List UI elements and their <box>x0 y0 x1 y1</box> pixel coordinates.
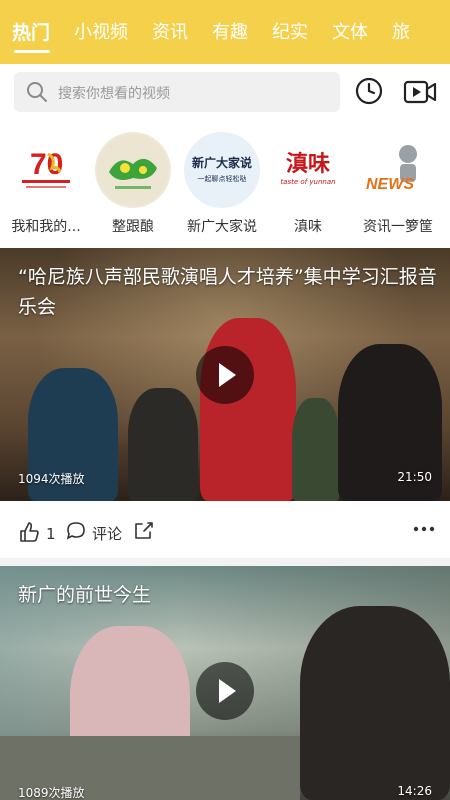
channel-tab-bar: 热门 小视频 资讯 有趣 纪实 文体 旅 <box>0 0 450 64</box>
tab-sports-culture[interactable]: 文体 <box>332 18 368 45</box>
channel-label: 我和我的... <box>11 219 81 235</box>
search-icon <box>26 81 48 107</box>
zhenggenniang-logo <box>95 132 171 208</box>
history-clock-icon[interactable] <box>354 76 384 106</box>
video-card[interactable]: 新广的前世今生 1089次播放 14:26 <box>0 566 450 800</box>
channel-shortcuts: 70 我和我的... 整跟酿 新广大家说 一起聊点轻松哒 新广大家说 滇味 ta… <box>0 120 450 246</box>
news-basket-logo: NEWS <box>360 132 436 208</box>
video-title: “哈尼族八声部民歌演唱人才培养”集中学习汇报音乐会 <box>18 266 437 318</box>
channel-item-dianwei[interactable]: 滇味 taste of yunnan 滇味 <box>266 132 350 236</box>
performer-figure <box>200 318 296 501</box>
video-title: 新广的前世今生 <box>18 584 152 606</box>
tab-short-video[interactable]: 小视频 <box>74 18 128 45</box>
channel-label: 新广大家说 <box>187 219 257 235</box>
logo-subtitle: taste of yunnan <box>280 178 336 186</box>
search-placeholder: 搜索你想看的视频 <box>58 86 170 102</box>
xinguang-dajiashuo-logo: 新广大家说 一起聊点轻松哒 <box>184 132 260 208</box>
news-figure-icon <box>399 145 417 182</box>
tab-hot[interactable]: 热门 <box>12 18 50 45</box>
more-options-icon[interactable] <box>412 519 436 539</box>
channel-item-news-basket[interactable]: NEWS 资讯一箩筐 <box>356 132 440 236</box>
70th-anniversary-logo: 70 <box>8 132 84 208</box>
video-card[interactable]: “哈尼族八声部民歌演唱人才培养”集中学习汇报音乐会 1094次播放 21:50 <box>0 248 450 501</box>
student-figure <box>300 606 450 800</box>
search-row: 搜索你想看的视频 <box>0 64 450 120</box>
dianwei-logo: 滇味 taste of yunnan <box>270 132 346 208</box>
tab-news[interactable]: 资讯 <box>152 18 188 45</box>
view-count: 1089次播放 <box>18 786 85 800</box>
comment-button[interactable]: 评论 <box>66 521 122 545</box>
tab-documentary[interactable]: 纪实 <box>272 18 308 45</box>
thumbs-up-icon <box>18 521 40 547</box>
play-button[interactable] <box>196 346 254 404</box>
tab-travel[interactable]: 旅 <box>392 18 410 45</box>
channel-item-zhenggenniang[interactable]: 整跟酿 <box>91 132 175 236</box>
view-count: 1094次播放 <box>18 472 85 486</box>
share-icon[interactable] <box>134 521 154 541</box>
video-actions-bar: 1 评论 <box>0 501 450 559</box>
channel-label: 资讯一箩筐 <box>363 219 433 235</box>
section-divider <box>0 558 450 566</box>
comment-bubble-icon <box>66 521 86 545</box>
channel-label: 滇味 <box>294 219 322 235</box>
logo-subtitle: 一起聊点轻松哒 <box>197 175 247 183</box>
performer-figure <box>128 388 198 501</box>
logo-title: NEWS <box>366 176 414 193</box>
video-duration: 14:26 <box>397 784 432 798</box>
tab-fun[interactable]: 有趣 <box>212 18 248 45</box>
logo-title: 滇味 <box>285 151 330 177</box>
channel-item-70th-anniversary[interactable]: 70 我和我的... <box>4 132 88 236</box>
search-input[interactable]: 搜索你想看的视频 <box>14 72 340 112</box>
like-count: 1 <box>46 525 56 543</box>
like-button[interactable]: 1 <box>18 521 56 547</box>
channel-label: 整跟酿 <box>112 219 154 235</box>
comment-label: 评论 <box>92 524 123 543</box>
channel-item-xinguang-dajiashuo[interactable]: 新广大家说 一起聊点轻松哒 新广大家说 <box>180 132 264 236</box>
performer-figure <box>292 398 340 501</box>
video-duration: 21:50 <box>397 470 432 484</box>
upload-video-icon[interactable] <box>403 78 437 106</box>
svg-text:70: 70 <box>30 148 63 181</box>
active-tab-indicator <box>14 50 50 53</box>
logo-title: 新广大家说 <box>191 156 252 170</box>
play-button[interactable] <box>196 662 254 720</box>
